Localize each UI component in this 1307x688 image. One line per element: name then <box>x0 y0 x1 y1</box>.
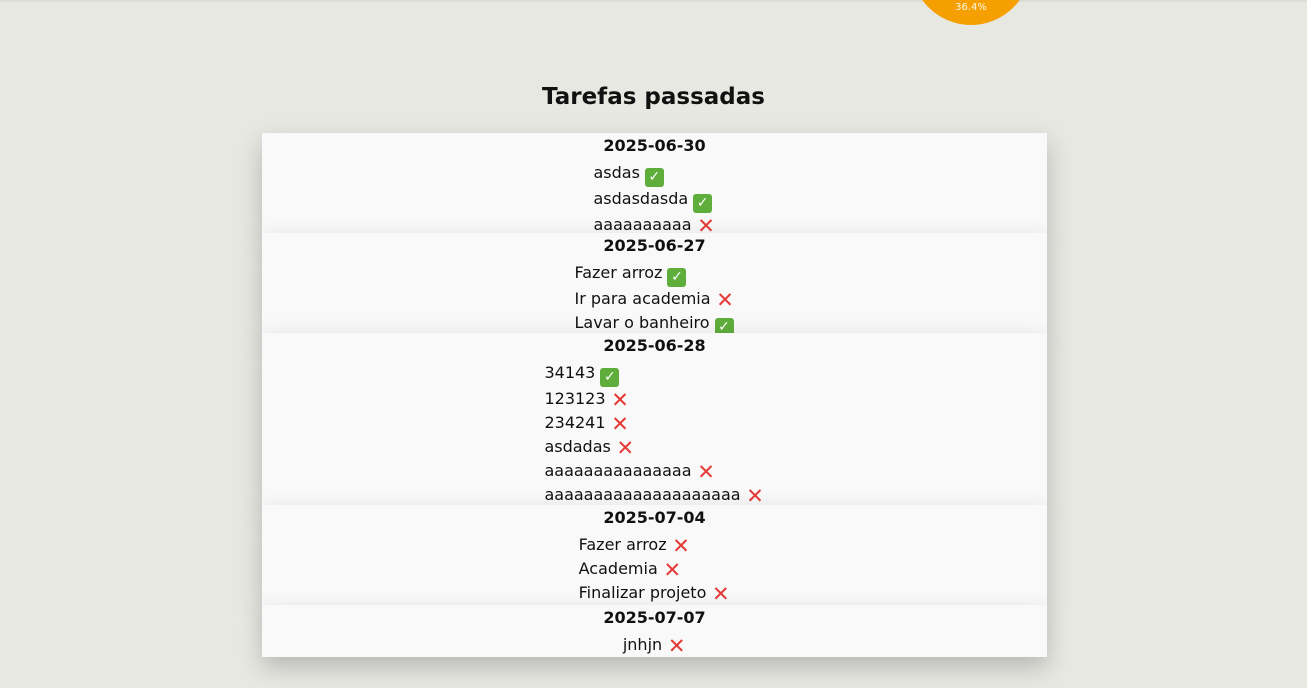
task-group-2025-07-04: 2025-07-04 Fazer arroz ✕ Academia ✕ Finalizar… <box>262 505 1047 605</box>
cross-mark-icon: ✕ <box>663 558 682 582</box>
task-group-2025-06-27: 2025-06-27 Fazer arroz ✓ Ir para academia ✕ L… <box>262 233 1047 337</box>
task-group-2025-06-28: 2025-06-28 34143 ✓ 123123 ✕ 234241 ✕ asdadas ✕ aa… <box>262 333 1047 507</box>
cross-mark-icon: ✕ <box>746 484 764 508</box>
task-name: Fazer arroz <box>578 535 667 554</box>
task-item: jnhjn ✕ <box>623 633 686 657</box>
task-name: 34143 <box>544 363 596 382</box>
task-name: aaaaaaaaaaaaaaa <box>544 461 692 480</box>
cross-mark-icon: ✕ <box>712 582 730 606</box>
task-item: Fazer arroz ✓ <box>574 261 734 287</box>
cross-mark-icon: ✕ <box>611 388 629 412</box>
cross-mark-icon: ✕ <box>697 460 715 484</box>
task-name: Lavar o banheiro <box>574 313 710 332</box>
pie-percent-label: 36.4% <box>955 2 987 13</box>
task-list: jnhjn ✕ <box>623 633 686 657</box>
task-item: Fazer arroz ✕ <box>579 533 731 557</box>
group-date: 2025-07-04 <box>603 508 706 527</box>
task-item: 234241 ✕ <box>544 411 764 435</box>
group-date: 2025-06-28 <box>603 336 706 355</box>
task-name: 123123 <box>544 389 606 408</box>
task-list: asdas ✓ asdasdasda ✓ aaaaaaaaaa ✕ <box>593 161 715 237</box>
task-item: Academia ✕ <box>579 557 731 581</box>
group-date: 2025-06-27 <box>603 236 706 255</box>
task-name: Finalizar projeto <box>578 583 707 602</box>
task-item: asdas ✓ <box>593 161 715 187</box>
task-item: Ir para academia ✕ <box>574 287 734 311</box>
page-title: Tarefas passadas <box>542 84 765 110</box>
task-name: asdas <box>593 163 640 182</box>
task-item: aaaaaaaaaaaaaaa ✕ <box>544 459 764 483</box>
task-list: Fazer arroz ✓ Ir para academia ✕ Lavar o ban… <box>574 261 734 337</box>
progress-pie-chart: 36.4% <box>911 0 1031 25</box>
task-list: Fazer arroz ✕ Academia ✕ Finalizar projeto ✕ <box>579 533 731 605</box>
task-name: Fazer arroz <box>574 263 663 282</box>
task-name: Ir para academia <box>574 289 711 308</box>
task-item: Finalizar projeto ✕ <box>579 581 731 605</box>
task-item: 34143 ✓ <box>544 361 764 387</box>
task-name: jnhjn <box>622 635 663 654</box>
check-mark-icon: ✓ <box>600 368 620 387</box>
task-group-2025-07-07: 2025-07-07 jnhjn ✕ <box>262 605 1047 657</box>
check-mark-icon: ✓ <box>644 168 664 187</box>
task-list: 34143 ✓ 123123 ✕ 234241 ✕ asdadas ✕ aaaaaaaaaaaa… <box>544 361 764 507</box>
task-name: asdadas <box>544 437 611 456</box>
past-tasks-list: 2025-06-30 asdas ✓ asdasdasda ✓ aaaaaaaaaa ✕ 20… <box>262 133 1047 657</box>
task-name: aaaaaaaaaa <box>593 215 692 234</box>
check-mark-icon: ✓ <box>693 194 713 213</box>
cross-mark-icon: ✕ <box>611 412 629 436</box>
task-name: Academia <box>578 559 658 578</box>
task-item: 123123 ✕ <box>544 387 764 411</box>
check-mark-icon: ✓ <box>667 268 687 287</box>
task-name: asdasdasda <box>593 189 689 208</box>
task-name: aaaaaaaaaaaaaaaaaaaa <box>544 485 741 504</box>
top-divider <box>0 0 1307 2</box>
cross-mark-icon: ✕ <box>667 634 686 658</box>
task-item: asdasdasda ✓ <box>593 187 715 213</box>
group-date: 2025-06-30 <box>603 136 706 155</box>
task-name: 234241 <box>544 413 606 432</box>
cross-mark-icon: ✕ <box>672 534 690 558</box>
cross-mark-icon: ✕ <box>616 436 635 460</box>
task-item: asdadas ✕ <box>544 435 764 459</box>
cross-mark-icon: ✕ <box>716 288 734 312</box>
task-group-2025-06-30: 2025-06-30 asdas ✓ asdasdasda ✓ aaaaaaaaaa ✕ <box>262 133 1047 237</box>
task-item: aaaaaaaaaaaaaaaaaaaa ✕ <box>544 483 764 507</box>
group-date: 2025-07-07 <box>603 608 706 627</box>
